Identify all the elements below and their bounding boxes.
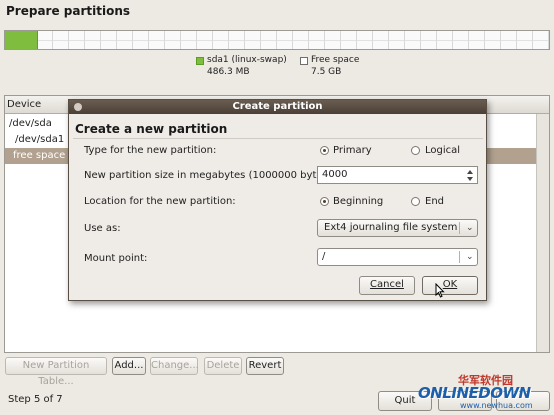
location-beginning-radio[interactable] <box>320 197 329 206</box>
mouse-cursor-icon <box>435 283 445 298</box>
dialog-separator <box>73 138 483 139</box>
cancel-label: Cancel <box>370 279 404 290</box>
type-logical-label[interactable]: Logical <box>425 145 460 156</box>
free-legend-swatch <box>300 57 308 65</box>
type-label: Type for the new partition: <box>84 145 217 156</box>
change-partition-button[interactable]: Change... <box>150 357 199 375</box>
type-primary-label[interactable]: Primary <box>333 145 372 156</box>
revert-button[interactable]: Revert <box>246 357 284 375</box>
use-as-value: Ext4 journaling file system <box>324 222 458 233</box>
free-legend-size: 7.5 GB <box>311 67 342 77</box>
watermark-url: www.newhua.com <box>460 401 533 410</box>
swap-legend-size: 486.3 MB <box>207 67 250 77</box>
close-icon[interactable] <box>74 103 82 111</box>
table-scrollbar[interactable] <box>536 114 549 352</box>
location-end-label[interactable]: End <box>425 196 444 207</box>
location-label: Location for the new partition: <box>84 196 236 207</box>
column-header-device[interactable]: Device <box>7 99 41 110</box>
chevron-down-icon: ⌄ <box>466 223 474 233</box>
use-as-combo[interactable]: Ext4 journaling file system ⌄ <box>317 219 478 237</box>
mount-point-value: / <box>322 251 326 262</box>
use-as-label: Use as: <box>84 223 121 234</box>
watermark-brand: ONLINEDOWN <box>418 384 531 402</box>
chevron-down-icon[interactable]: ⌄ <box>466 249 474 265</box>
type-logical-radio[interactable] <box>411 146 420 155</box>
page-title: Prepare partitions <box>6 4 131 18</box>
size-label: New partition size in megabytes (1000000… <box>84 170 336 181</box>
create-partition-dialog: Create partition Create a new partition … <box>68 99 487 301</box>
dialog-heading: Create a new partition <box>75 122 228 136</box>
dialog-title: Create partition <box>232 101 323 112</box>
swap-legend-label: sda1 (linux-swap) <box>207 55 287 65</box>
size-spin-input[interactable]: 4000 <box>317 166 478 184</box>
spin-arrows-icon[interactable] <box>466 167 476 183</box>
partition-segment-sda1 <box>5 31 38 49</box>
ok-button[interactable]: OK <box>422 276 478 295</box>
step-indicator: Step 5 of 7 <box>8 394 63 405</box>
free-legend-label: Free space <box>311 55 360 65</box>
mount-point-label: Mount point: <box>84 253 148 264</box>
location-end-radio[interactable] <box>411 197 420 206</box>
add-partition-button[interactable]: Add... <box>112 357 146 375</box>
size-value: 4000 <box>322 169 348 180</box>
swap-legend-swatch <box>196 57 204 65</box>
mount-point-combo[interactable]: / ⌄ <box>317 248 478 266</box>
delete-partition-button[interactable]: Delete <box>204 357 242 375</box>
type-primary-radio[interactable] <box>320 146 329 155</box>
partition-usage-bar <box>4 30 550 50</box>
cancel-button[interactable]: Cancel <box>359 276 415 295</box>
location-beginning-label[interactable]: Beginning <box>333 196 383 207</box>
dialog-titlebar[interactable]: Create partition <box>69 100 486 114</box>
new-partition-table-button[interactable]: New Partition Table... <box>5 357 107 387</box>
